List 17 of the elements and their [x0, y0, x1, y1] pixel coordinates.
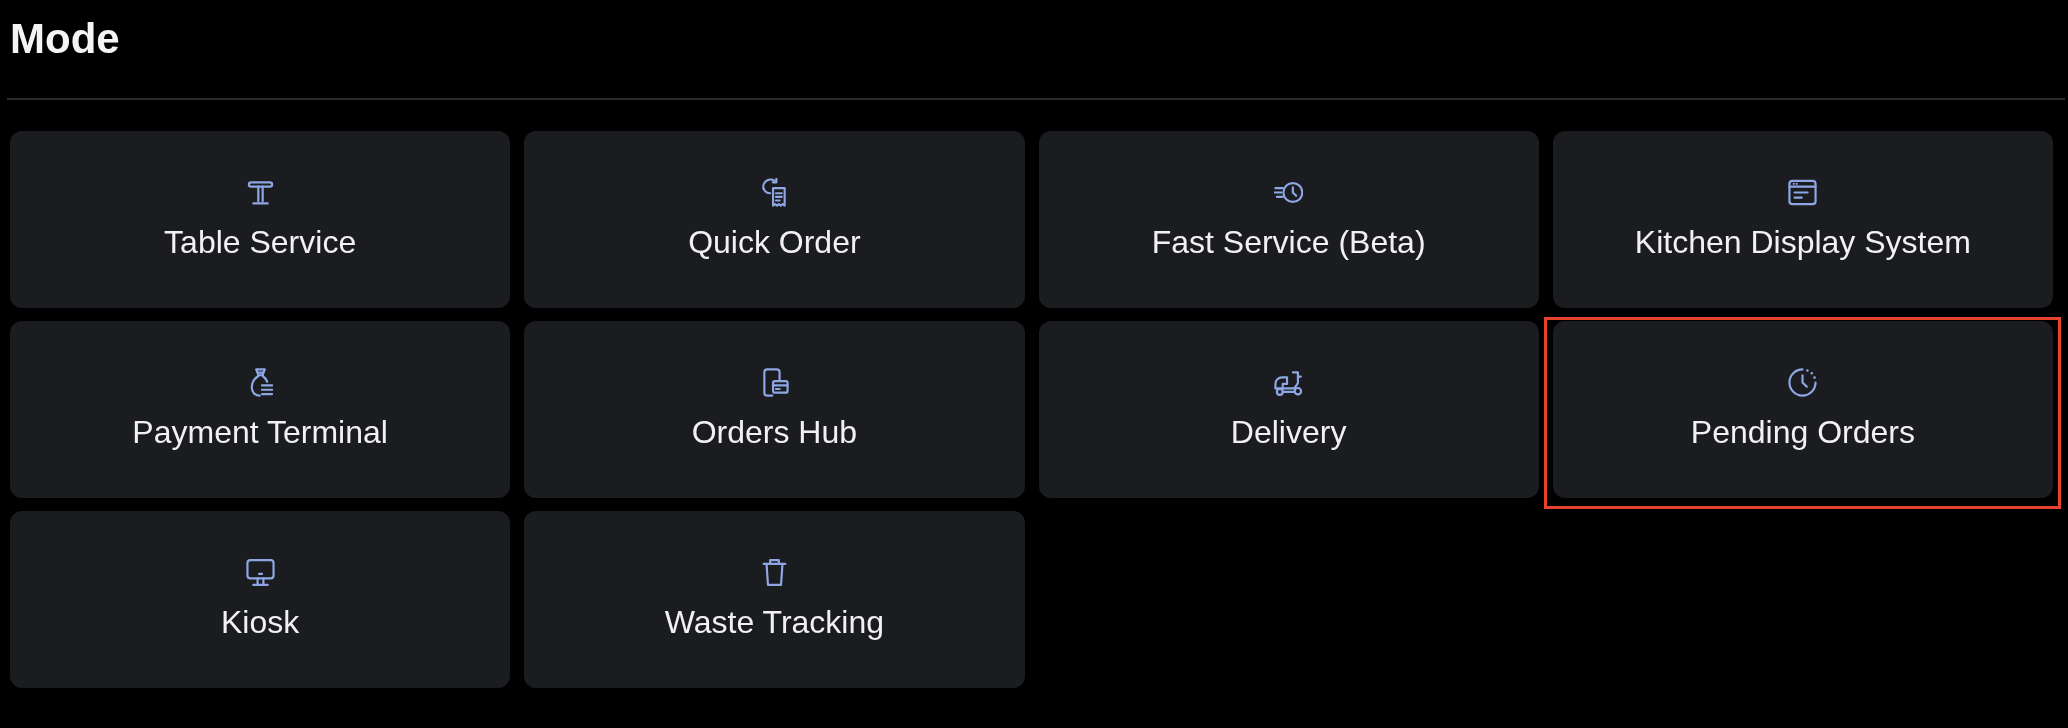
mode-button[interactable]: Quick Order [524, 131, 1025, 308]
mode-button[interactable]: Payment Terminal [10, 321, 511, 498]
receipt-refresh-icon [759, 178, 789, 207]
mode-button[interactable]: Pending Orders [1552, 321, 2053, 498]
section-title: Mode [10, 14, 120, 64]
scooter-icon [1274, 368, 1304, 397]
mode-button[interactable]: Waste Tracking [524, 511, 1025, 688]
mode-button[interactable]: Kiosk [10, 511, 511, 688]
mode-button[interactable]: Orders Hub [524, 321, 1025, 498]
monitor-icon [245, 558, 275, 587]
mode-button[interactable]: Fast Service (Beta) [1038, 131, 1539, 308]
mode-button[interactable]: Table Service [10, 131, 511, 308]
mode-button[interactable]: Delivery [1038, 321, 1539, 498]
mode-button[interactable]: Kitchen Display System [1552, 131, 2053, 308]
table-icon [245, 178, 275, 207]
clock-icon [1788, 368, 1818, 397]
window-icon [1788, 178, 1818, 207]
